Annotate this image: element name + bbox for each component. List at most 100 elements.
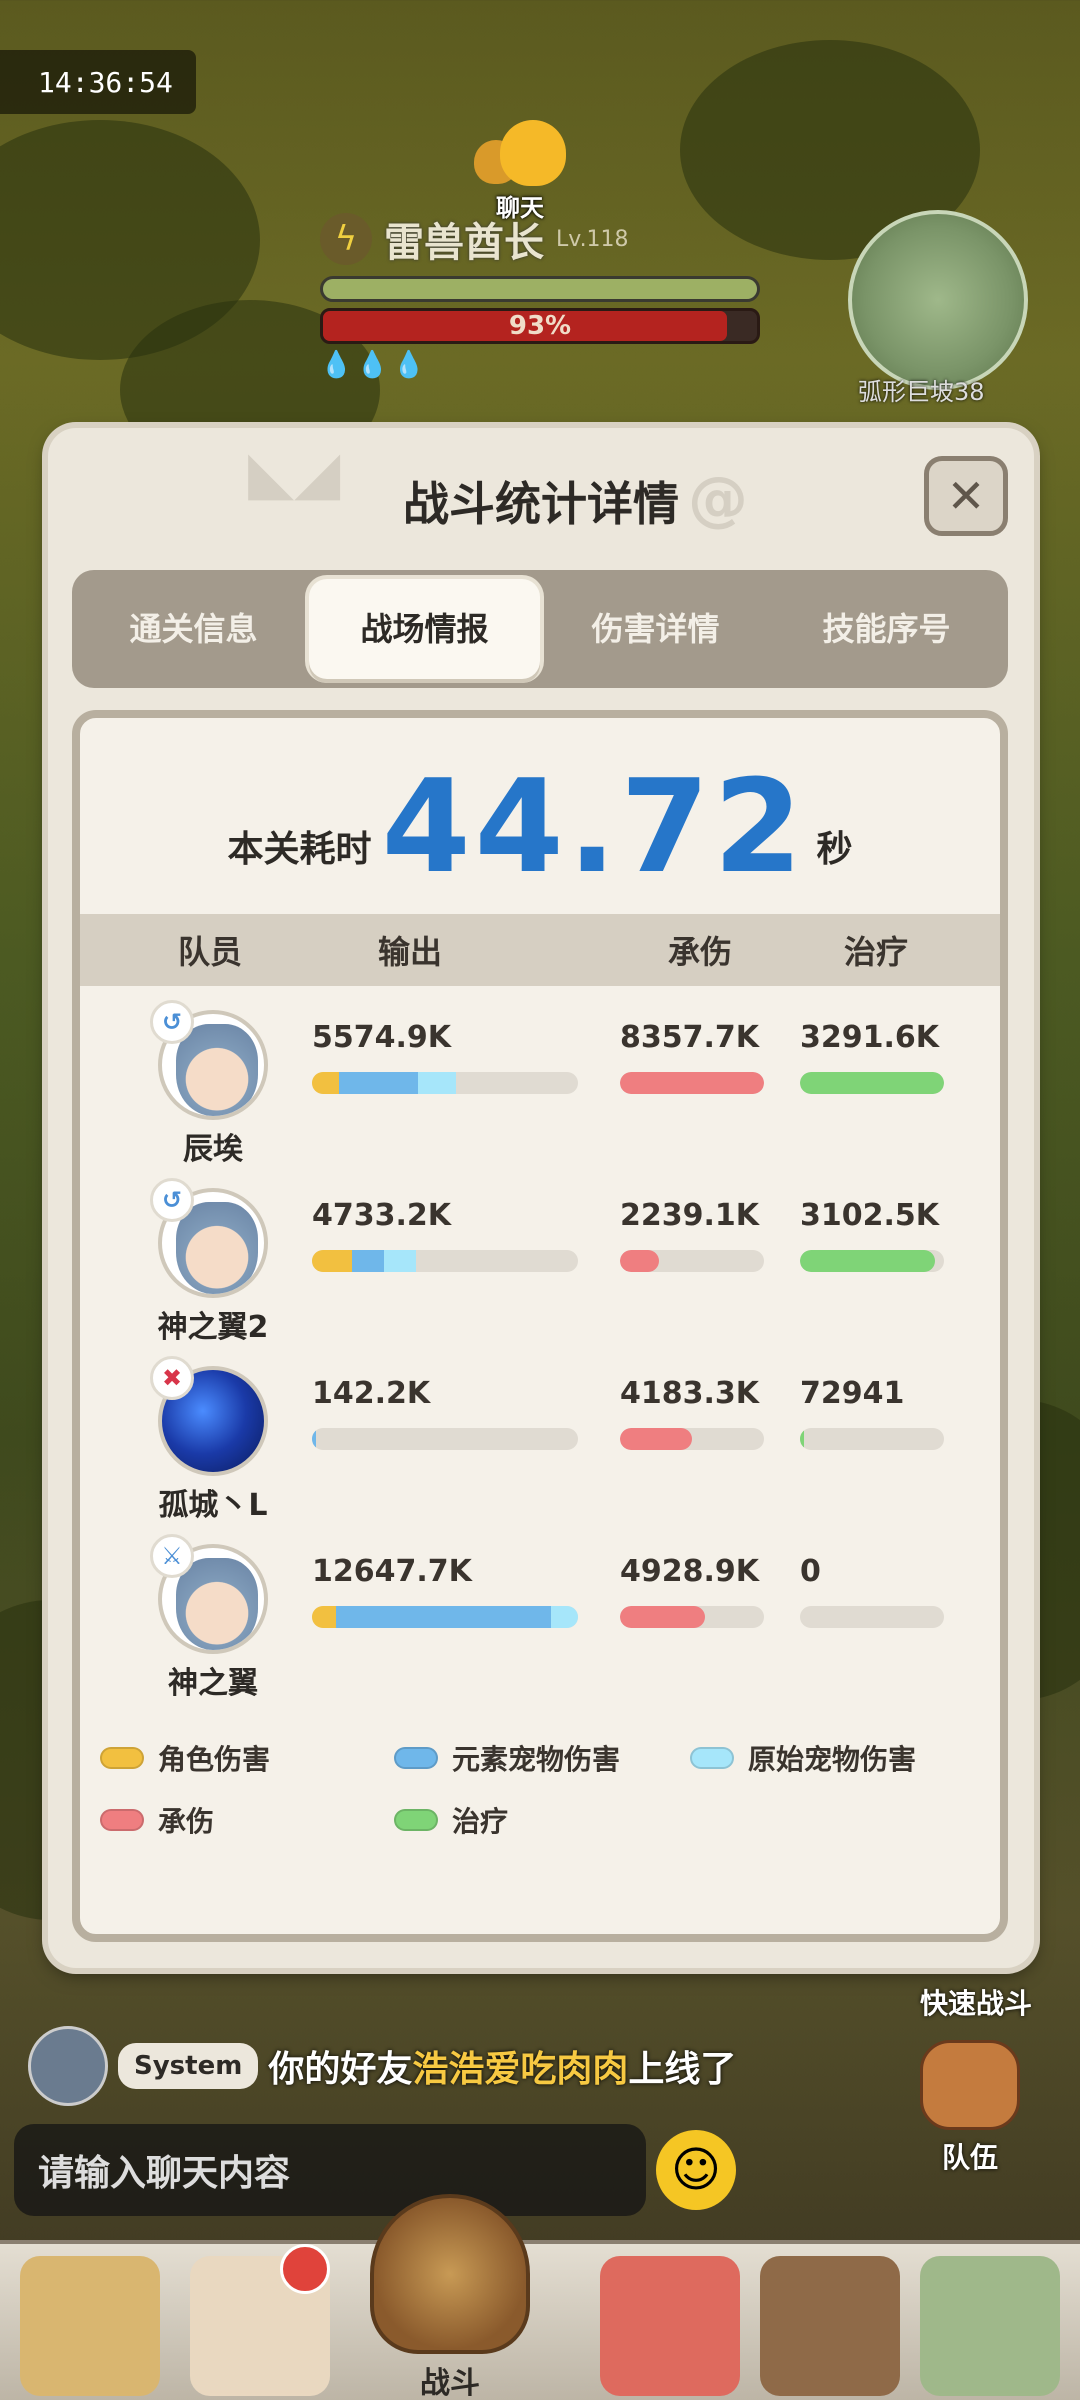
boss-status: ϟ 雷兽酋长 Lv.118 93% 💧💧💧 <box>320 210 760 380</box>
water-drop-icons: 💧💧💧 <box>320 350 430 380</box>
notification-bell-icon[interactable] <box>280 2244 330 2294</box>
quick-battle-button[interactable]: 快速战斗 <box>920 1982 1032 2022</box>
member-avatar-wrap[interactable]: ↺ 辰埃 <box>150 1000 276 1167</box>
member-heal-value: 3291.6K <box>800 1020 940 1055</box>
system-message-text: 你的好友浩浩爱吃肉肉上线了 <box>268 2049 737 2090</box>
member-output-value: 5574.9K <box>312 1020 452 1055</box>
chat-input[interactable]: 请输入聊天内容 <box>14 2124 646 2216</box>
member-tank-value: 4928.9K <box>620 1554 760 1589</box>
member-name: 孤城丶L <box>158 1488 268 1523</box>
member-name: 神之翼 <box>168 1666 258 1701</box>
boss-level: Lv.118 <box>556 226 629 252</box>
tank-bar <box>620 1428 764 1450</box>
dialog-title: 战斗统计详情 <box>403 477 679 531</box>
legend-element-pet-damage: 元素宠物伤害 <box>394 1738 620 1778</box>
member-name: 神之翼2 <box>157 1310 269 1345</box>
system-message: System 你的好友浩浩爱吃肉肉上线了 <box>28 2026 736 2106</box>
tab-clear-info[interactable]: 通关信息 <box>78 579 309 679</box>
member-output-value: 4733.2K <box>312 1198 452 1233</box>
legend-label: 元素宠物伤害 <box>452 1743 621 1776</box>
battle-icon <box>370 2194 530 2354</box>
tab-skill-order[interactable]: 技能序号 <box>771 579 1002 679</box>
chat-button[interactable]: 聊天 <box>460 118 580 223</box>
smile-icon: ☺ <box>670 2142 722 2198</box>
minimap[interactable] <box>848 210 1028 390</box>
minimap-label: 弧形巨坡38 <box>858 378 985 406</box>
legend-swatch <box>100 1809 144 1831</box>
original-pet-damage-segment <box>551 1606 578 1628</box>
close-button[interactable]: ✕ <box>924 456 1008 536</box>
tank-bar <box>620 1250 764 1272</box>
legend-label: 原始宠物伤害 <box>748 1743 917 1776</box>
nav-tribe-icon[interactable] <box>920 2256 1060 2396</box>
output-bar <box>312 1428 578 1450</box>
heal-bar <box>800 1072 944 1094</box>
heal-bar <box>800 1606 944 1628</box>
element-pet-damage-segment <box>335 1606 552 1628</box>
element-pet-damage-segment <box>351 1250 384 1272</box>
legend-swatch <box>394 1747 438 1769</box>
tab-bar: 通关信息 战场情报 伤害详情 技能序号 <box>72 570 1008 688</box>
member-heal-value: 0 <box>800 1554 821 1589</box>
clear-time-unit: 秒 <box>816 829 853 870</box>
original-pet-damage-segment <box>383 1250 416 1272</box>
tab-damage-details[interactable]: 伤害详情 <box>540 579 771 679</box>
system-clock: 14:36:54 <box>0 50 196 114</box>
legend-tank: 承伤 <box>100 1800 214 1840</box>
member-tank-value: 4183.3K <box>620 1376 760 1411</box>
original-pet-damage-segment <box>418 1072 456 1094</box>
emoji-button[interactable]: ☺ <box>656 2130 736 2210</box>
friend-name[interactable]: 浩浩爱吃肉肉 <box>412 2049 628 2090</box>
legend-label: 角色伤害 <box>158 1743 271 1776</box>
nav-beast-icon[interactable] <box>20 2256 160 2396</box>
nav-bear-icon[interactable] <box>760 2256 900 2396</box>
team-button[interactable]: 队伍 <box>920 2040 1020 2176</box>
member-name: 辰埃 <box>183 1132 243 1167</box>
heal-fill <box>800 1072 944 1094</box>
member-heal-value: 72941 <box>800 1376 905 1411</box>
legend-label: 治疗 <box>452 1805 509 1838</box>
tank-fill <box>620 1250 659 1272</box>
heal-fill <box>800 1250 936 1272</box>
clear-time-label: 本关耗时 <box>227 829 372 870</box>
heal-fill <box>800 1428 804 1450</box>
header-heal: 治疗 <box>843 933 908 971</box>
member-avatar-wrap[interactable]: ↺ 神之翼2 <box>150 1178 276 1345</box>
element-pet-damage-segment <box>312 1428 316 1450</box>
lightning-icon: ϟ <box>320 213 372 265</box>
member-output-value: 12647.7K <box>312 1554 472 1589</box>
header-member: 队员 <box>177 933 242 971</box>
boss-hp-percent: 93% <box>508 311 572 341</box>
member-tank-value: 8357.7K <box>620 1020 760 1055</box>
tank-fill <box>620 1606 705 1628</box>
boss-name: 雷兽酋长 <box>384 220 544 266</box>
member-row: ↺ 辰埃 5574.9K 8357.7K 3291.6K <box>80 990 1000 1168</box>
member-row: ↺ 神之翼2 4733.2K 2239.1K 3102.5K <box>80 1168 1000 1346</box>
member-row: ⚔ 神之翼 12647.7K 4928.9K 0 <box>80 1524 1000 1702</box>
tank-fill <box>620 1072 764 1094</box>
member-row: ✖ 孤城丶L 142.2K 4183.3K 72941 <box>80 1346 1000 1524</box>
nav-battle[interactable]: 战斗 <box>360 2194 540 2400</box>
member-output-value: 142.2K <box>312 1376 431 1411</box>
header-output: 输出 <box>377 933 442 971</box>
heal-bar <box>800 1250 944 1272</box>
bottom-nav: 战斗 <box>0 2194 1080 2400</box>
member-avatar-wrap[interactable]: ✖ 孤城丶L <box>150 1356 276 1523</box>
stats-panel: 本关耗时 44.72 秒 队员 输出 承伤 治疗 ↺ 辰埃 5574.9K 83… <box>72 710 1008 1942</box>
clear-time: 本关耗时 44.72 秒 <box>80 764 1000 892</box>
legend-label: 承伤 <box>158 1805 215 1838</box>
legend-heal: 治疗 <box>394 1800 508 1840</box>
legend-swatch <box>690 1747 734 1769</box>
nav-pet-icon[interactable] <box>600 2256 740 2396</box>
team-icon <box>920 2040 1020 2130</box>
element-pet-damage-segment <box>338 1072 419 1094</box>
team-label: 队伍 <box>941 2141 998 2174</box>
chat-icon <box>460 118 580 188</box>
member-avatar-wrap[interactable]: ⚔ 神之翼 <box>150 1534 276 1701</box>
tab-battle-intel[interactable]: 战场情报 <box>309 579 540 679</box>
tank-fill <box>620 1428 692 1450</box>
output-bar <box>312 1250 578 1272</box>
battle-stats-dialog: ◣◢ @ 战斗统计详情 ✕ 通关信息 战场情报 伤害详情 技能序号 本关耗时 4… <box>48 428 1034 1968</box>
output-bar <box>312 1072 578 1094</box>
system-tag: System <box>118 2043 259 2089</box>
